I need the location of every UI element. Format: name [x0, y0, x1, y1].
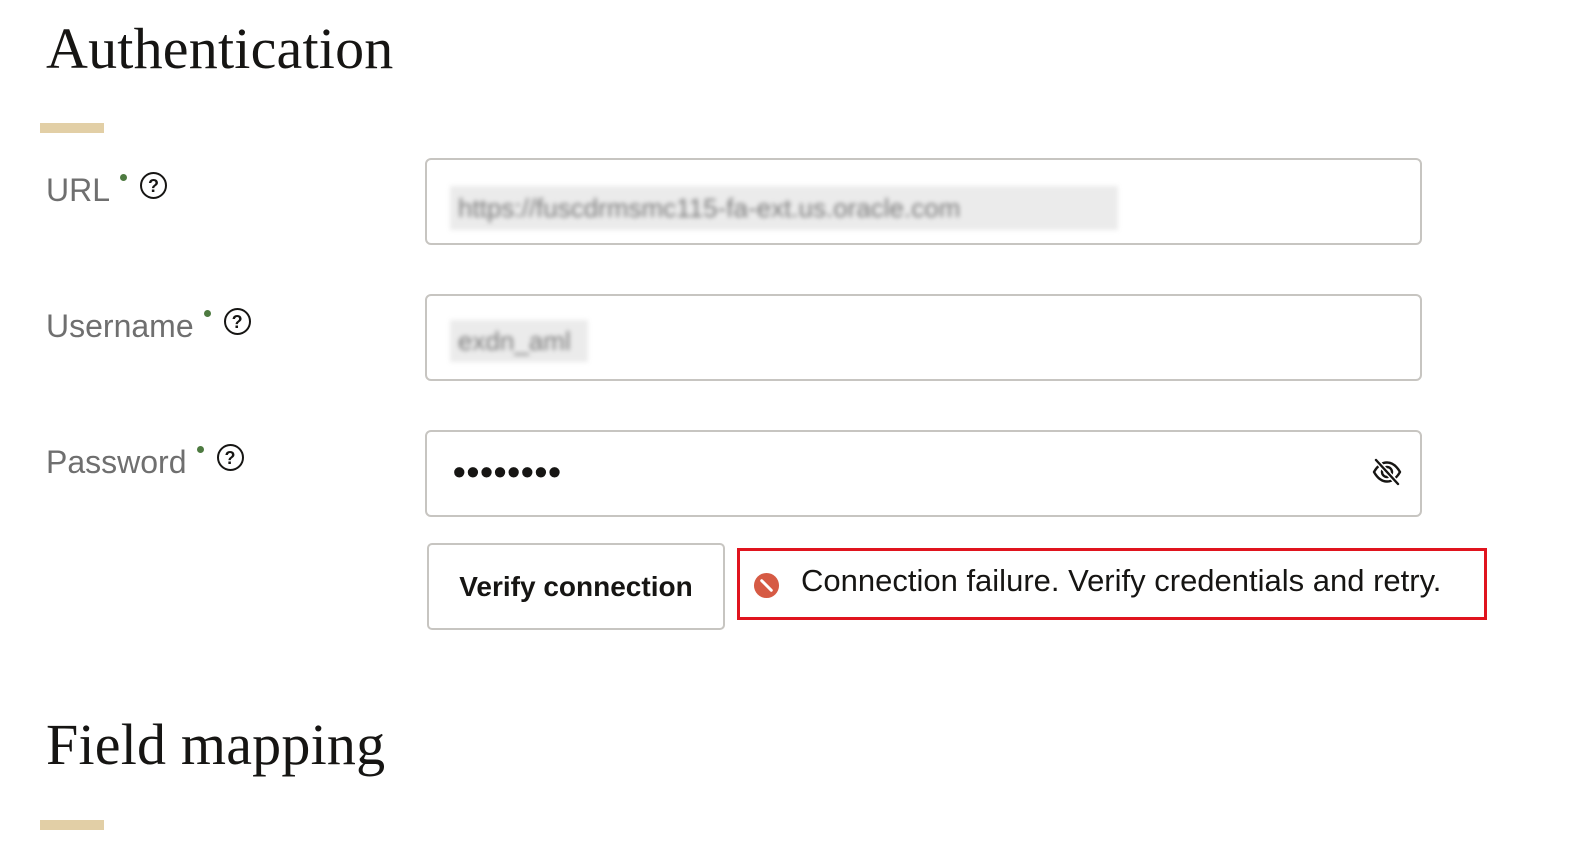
error-circle-icon	[753, 572, 780, 599]
url-required-indicator	[120, 174, 128, 181]
help-circle-icon[interactable]: ?	[216, 444, 244, 471]
authentication-title: Authentication	[46, 16, 394, 81]
connection-error-text: Connection failure. Verify credentials a…	[801, 563, 1442, 598]
url-input[interactable]: https://fuscdrmsmc115-fa-ext.us.oracle.c…	[425, 158, 1422, 245]
username-required-indicator	[203, 310, 211, 317]
field-mapping-title: Field mapping	[46, 712, 386, 777]
password-label: Password	[46, 444, 187, 480]
verify-connection-button[interactable]: Verify connection	[427, 543, 725, 630]
authentication-accent-bar	[40, 123, 104, 133]
eye-off-icon[interactable]	[1371, 456, 1403, 488]
username-input-value: exdn_aml	[450, 320, 588, 362]
help-circle-icon[interactable]: ?	[140, 172, 168, 199]
url-label: URL	[46, 172, 111, 208]
help-circle-icon[interactable]: ?	[223, 308, 251, 335]
username-input[interactable]: exdn_aml	[425, 294, 1422, 381]
password-label-group: Password ?	[46, 444, 244, 480]
username-label-group: Username ?	[46, 308, 251, 344]
field-mapping-accent-bar	[40, 820, 104, 830]
url-label-group: URL ?	[46, 172, 168, 208]
password-input-value: ••••••••	[453, 451, 562, 492]
username-label: Username	[46, 308, 194, 344]
password-required-indicator	[196, 446, 204, 453]
connection-error-message: Connection failure. Verify credentials a…	[737, 548, 1487, 620]
password-input[interactable]: ••••••••	[425, 430, 1422, 517]
url-input-value: https://fuscdrmsmc115-fa-ext.us.oracle.c…	[450, 186, 1118, 230]
